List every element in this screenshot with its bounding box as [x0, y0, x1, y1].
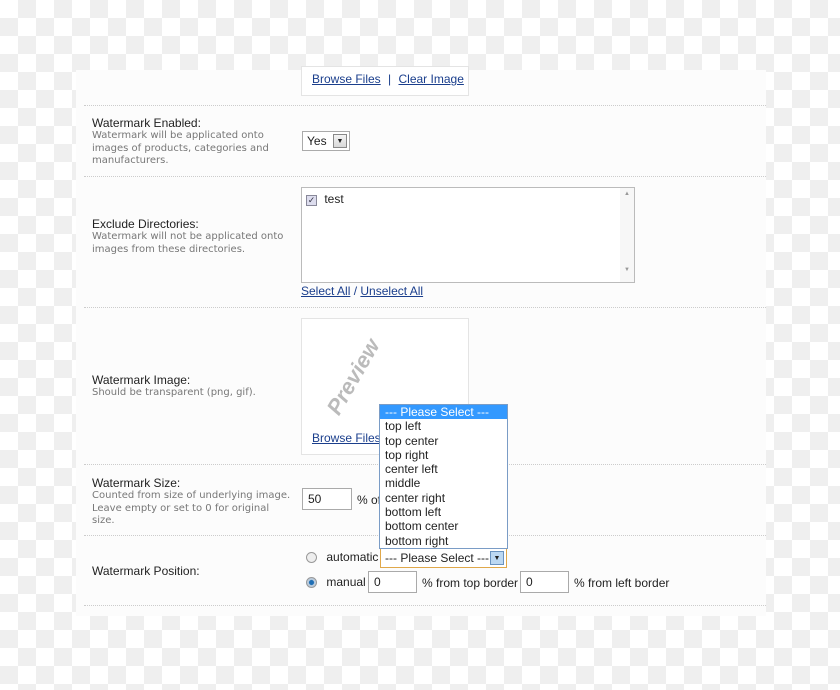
radio-label: automatic — [326, 550, 379, 564]
preview-image: Preview — [321, 334, 385, 420]
label: Watermark Position: — [92, 564, 200, 578]
position-dropdown-list[interactable]: --- Please Select --- top left top cente… — [379, 404, 508, 549]
label: Watermark Enabled: — [92, 116, 201, 130]
option-bottom-center[interactable]: bottom center — [380, 519, 507, 533]
label: Exclude Directories: — [92, 217, 199, 231]
radio-icon[interactable] — [306, 552, 317, 564]
description: Watermark will not be applicated onto im… — [92, 231, 284, 255]
directory-item[interactable]: ✓ test — [306, 192, 344, 206]
option-top-right[interactable]: top right — [380, 448, 507, 462]
scrollbar[interactable]: ▲ ▼ — [620, 188, 634, 282]
select-all-link[interactable]: Select All — [301, 284, 350, 298]
option-please-select[interactable]: --- Please Select --- — [380, 405, 507, 420]
option-middle[interactable]: middle — [380, 476, 507, 490]
option-bottom-right[interactable]: bottom right — [380, 534, 507, 548]
left-border-input[interactable]: 0 — [520, 571, 569, 593]
description: Watermark will be applicated onto images… — [92, 130, 269, 166]
description: Should be transparent (png, gif). — [92, 387, 256, 398]
chevron-down-icon: ▼ — [333, 134, 347, 148]
option-bottom-left[interactable]: bottom left — [380, 505, 507, 519]
left-suffix: % from left border — [574, 576, 670, 590]
checkbox-checked-icon[interactable]: ✓ — [306, 195, 317, 206]
directory-list[interactable]: ✓ test ▲ ▼ — [301, 187, 635, 283]
label: Watermark Image: — [92, 373, 191, 387]
size-suffix: % of — [357, 493, 382, 507]
top-suffix: % from top border — [422, 576, 519, 590]
scroll-up-icon[interactable]: ▲ — [620, 191, 634, 197]
description: Counted from size of underlying image. L… — [92, 490, 291, 526]
radio-label: manual — [326, 575, 366, 589]
divider — [84, 70, 766, 106]
label: Watermark Size: — [92, 476, 181, 490]
radio-automatic[interactable]: automatic — [306, 550, 378, 564]
chevron-down-icon: ▼ — [490, 551, 504, 565]
unselect-all-link[interactable]: Unselect All — [360, 284, 423, 298]
separator: / — [353, 284, 358, 298]
browse-files-link[interactable]: Browse Files — [312, 431, 381, 445]
row-exclude-directories: Exclude Directories: Watermark will not b… — [84, 177, 766, 308]
option-center-right[interactable]: center right — [380, 491, 507, 505]
directory-label: test — [324, 192, 344, 206]
enabled-select[interactable]: Yes ▼ — [302, 131, 350, 151]
option-top-center[interactable]: top center — [380, 434, 507, 448]
select-value: Yes — [307, 134, 327, 148]
size-input[interactable]: 50 — [302, 488, 352, 510]
radio-selected-icon[interactable] — [306, 577, 317, 589]
option-center-left[interactable]: center left — [380, 462, 507, 476]
scroll-down-icon[interactable]: ▼ — [620, 267, 634, 273]
position-select[interactable]: --- Please Select --- ▼ — [380, 548, 507, 568]
top-border-input[interactable]: 0 — [368, 571, 417, 593]
row-watermark-enabled: Watermark Enabled: Watermark will be appl… — [84, 106, 766, 177]
radio-manual[interactable]: manual — [306, 575, 366, 589]
option-top-left[interactable]: top left — [380, 419, 507, 433]
select-value: --- Please Select --- — [385, 551, 490, 565]
